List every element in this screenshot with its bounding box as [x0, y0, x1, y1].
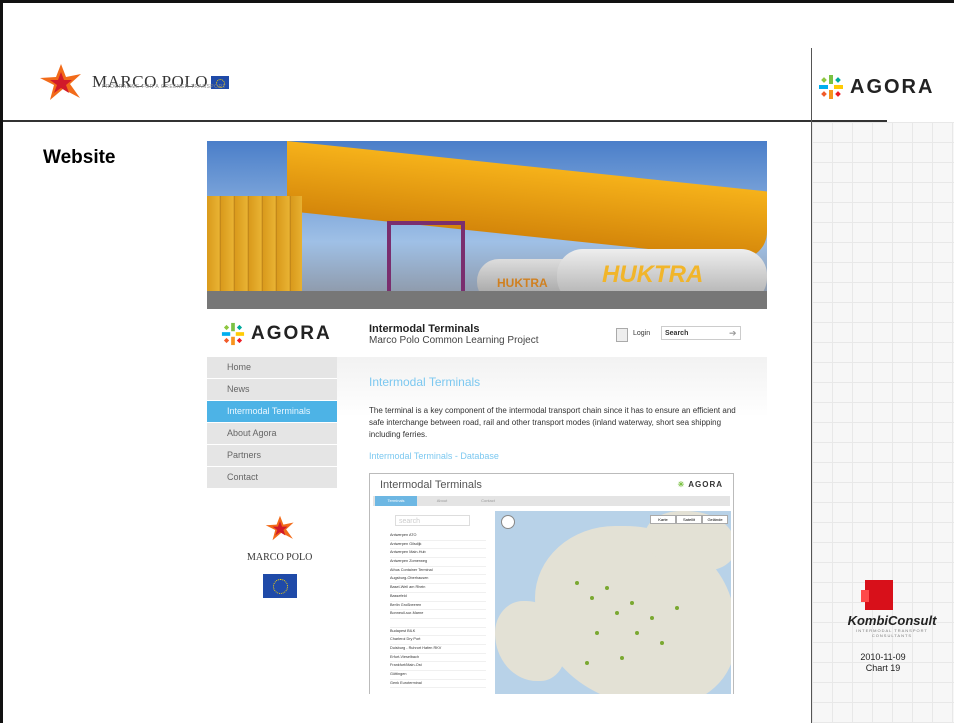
terminal-map[interactable]: Karte Satellit Gelände [495, 511, 731, 694]
tab-contact[interactable]: Contact [467, 496, 509, 506]
database-tabs: Terminals About Contact [373, 496, 730, 506]
slide-title: Website [43, 147, 116, 168]
slide-border-top [2, 0, 954, 3]
agora-header-logo: AGORA [818, 74, 934, 100]
website-nav: Home News Intermodal Terminals About Ago… [207, 357, 337, 489]
kombiconsult-mark-icon [861, 580, 893, 610]
map-zoom-control[interactable] [501, 515, 515, 529]
slide-date: 2010-11-09 [860, 652, 906, 662]
terminal-pin[interactable] [595, 631, 599, 635]
kombiconsult-mark-tab [861, 590, 869, 602]
kombiconsult-logo-subtext: INTERMODAL TRANSPORT CONSULTANTS [856, 628, 928, 638]
content-title: Intermodal Terminals [369, 375, 481, 389]
sidebar-marco-polo-text: MARCO POLO [247, 552, 313, 563]
tab-terminals[interactable]: Terminals [375, 496, 417, 506]
terminal-list: Antwerpen ATO Antwerpen Gilsdijk Antwerp… [390, 532, 486, 689]
terminal-pin[interactable] [590, 596, 594, 600]
tab-about[interactable]: About [421, 496, 463, 506]
sidebar-marco-polo-logo: MARCO POLO [247, 511, 312, 598]
database-search-input[interactable]: search [395, 515, 470, 526]
list-item[interactable]: Duisburg - Ruhrort Hafen RKV [390, 645, 486, 654]
banner-tank-label-small: HUKTRA [497, 276, 548, 290]
terminal-pin[interactable] [615, 611, 619, 615]
list-item[interactable]: Erfurt-Vieselbach [390, 654, 486, 663]
content-body: The terminal is a key component of the i… [369, 406, 736, 439]
database-logo: ✳ AGORA [678, 480, 723, 489]
map-type-button[interactable]: Karte [650, 515, 676, 524]
agora-header-logo-text: AGORA [850, 75, 935, 98]
marco-polo-star-icon [265, 515, 294, 541]
database-logo-text: AGORA [688, 480, 723, 489]
terminal-pin[interactable] [605, 586, 609, 590]
nav-item-home[interactable]: Home [207, 357, 337, 379]
list-item[interactable]: Göttingen [390, 671, 486, 680]
nav-item-news[interactable]: News [207, 379, 337, 401]
search-arrow-icon[interactable]: ➔ [729, 328, 737, 339]
database-title: Intermodal Terminals [380, 479, 482, 491]
slide-border-left [0, 0, 3, 723]
agora-pinwheel-icon [819, 75, 843, 99]
terminal-pin[interactable] [635, 631, 639, 635]
kombiconsult-logo: KombiConsult INTERMODAL TRANSPORT CONSUL… [837, 580, 947, 638]
list-item[interactable]: Antwerpen ATO [390, 532, 486, 541]
database-screenshot: Intermodal Terminals ✳ AGORA Terminals A… [369, 473, 734, 694]
list-item[interactable]: Antwerpen Zomerweg [390, 558, 486, 567]
terrain-button[interactable]: Gelände [702, 515, 728, 524]
terminal-pin[interactable] [620, 656, 624, 660]
marco-polo-logo-subtext: PROGRAMME FOR A GREENER TRANSPORT [102, 84, 227, 90]
terminal-pin[interactable] [675, 606, 679, 610]
marco-polo-star-icon [40, 64, 81, 100]
nav-item-intermodal-terminals[interactable]: Intermodal Terminals [207, 401, 337, 423]
list-item[interactable]: Antwerpen Main-Hub [390, 549, 486, 559]
terminal-pin[interactable] [575, 581, 579, 585]
database-link[interactable]: Intermodal Terminals - Database [369, 451, 499, 461]
login-icon[interactable] [616, 328, 628, 342]
slide: MARCO POLO PROGRAMME FOR A GREENER TRANS… [0, 0, 954, 723]
terminal-pin[interactable] [630, 601, 634, 605]
list-item[interactable]: Bonneuil-sur-Marne [390, 610, 486, 619]
kombiconsult-mark-block [865, 580, 893, 610]
banner-tank-label: HUKTRA [602, 261, 704, 288]
website-logo-text: AGORA [251, 323, 332, 344]
list-item[interactable]: Charleroi Dry Port [390, 636, 486, 645]
list-item[interactable]: Bassefeld [390, 593, 486, 602]
list-item[interactable]: Basel-Weil am Rhein [390, 584, 486, 593]
list-item[interactable] [390, 619, 486, 628]
agora-pinwheel-icon: ✳ [677, 480, 686, 489]
list-item[interactable]: Frankfurt/Main-Ost [390, 662, 486, 671]
slide-chart-label: Chart 19 [865, 663, 901, 673]
website-logo[interactable]: AGORA [221, 322, 332, 346]
login-link[interactable]: Login [633, 330, 650, 337]
website-banner-photo: HUKTRA HUKTRA [207, 141, 767, 309]
list-item[interactable]: Berlin Großbeeren [390, 602, 486, 611]
list-item[interactable]: Antwerpen Gilsdijk [390, 541, 486, 550]
satellite-button[interactable]: Satellit [676, 515, 702, 524]
banner-ground [207, 291, 767, 309]
nav-item-about-agora[interactable]: About Agora [207, 423, 337, 445]
list-item[interactable]: Augsburg-Oberhausen [390, 575, 486, 585]
terminal-pin[interactable] [650, 616, 654, 620]
eu-flag-icon [262, 574, 297, 598]
website-screenshot: HUKTRA HUKTRA AGORA Intermodal Terminals… [207, 141, 767, 694]
list-item[interactable]: Budapest BILK [390, 628, 486, 637]
agora-pinwheel-icon [221, 322, 245, 346]
nav-item-partners[interactable]: Partners [207, 445, 337, 467]
banner-crane [287, 141, 767, 262]
marco-polo-logo: MARCO POLO [36, 62, 229, 102]
header-divider [3, 120, 887, 122]
nav-item-contact[interactable]: Contact [207, 467, 337, 489]
list-item[interactable]: Genk Euroterminal [390, 680, 486, 689]
list-item[interactable]: Athus Container Terminal [390, 567, 486, 576]
terminal-pin[interactable] [585, 661, 589, 665]
website-subtitle: Marco Polo Common Learning Project [369, 335, 539, 346]
kombiconsult-logo-text: KombiConsult [847, 613, 937, 628]
terminal-pin[interactable] [660, 641, 664, 645]
website-title: Intermodal Terminals [369, 323, 480, 335]
